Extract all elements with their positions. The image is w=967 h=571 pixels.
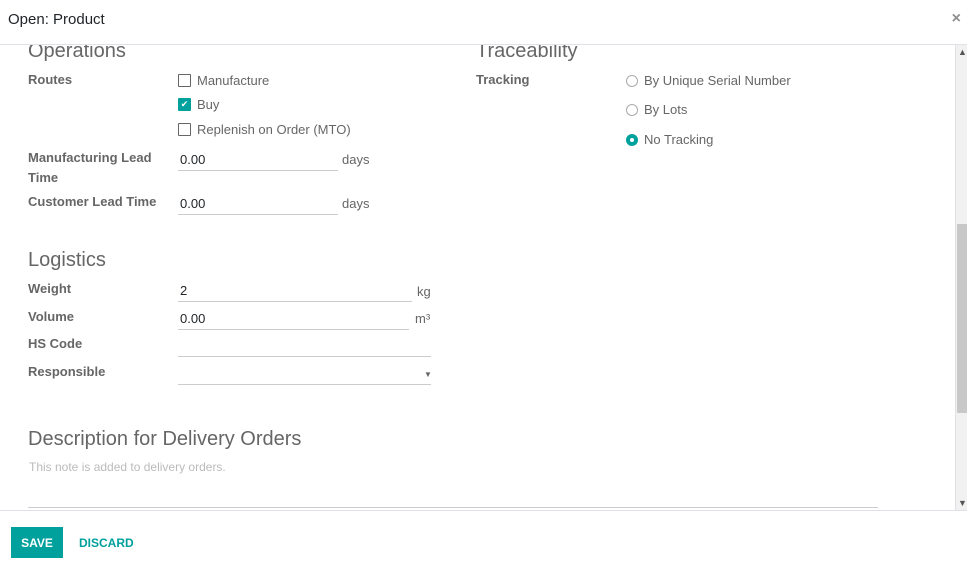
manufacturing-lead-time-input[interactable] — [178, 149, 338, 171]
tracking-serial[interactable]: By Unique Serial Number — [626, 73, 791, 88]
traceability-title: Traceability — [476, 45, 578, 62]
save-button[interactable]: SAVE — [11, 527, 63, 558]
route-label: Buy — [197, 97, 220, 112]
volume-label: Volume — [28, 309, 74, 324]
checkbox-unchecked-icon[interactable] — [178, 74, 191, 87]
manufacturing-lead-time-label: Manufacturing Lead Time — [28, 148, 152, 188]
route-manufacture[interactable]: Manufacture — [178, 73, 269, 88]
logistics-title: Logistics — [28, 249, 106, 271]
radio-unselected-icon[interactable] — [626, 103, 638, 116]
checkbox-checked-icon[interactable]: ✔ — [178, 98, 191, 111]
route-buy[interactable]: ✔ Buy — [178, 97, 219, 112]
checkbox-unchecked-icon[interactable] — [178, 123, 191, 136]
hs-code-input[interactable] — [178, 335, 431, 357]
manufacturing-lead-time-unit: days — [342, 152, 370, 167]
dialog-footer: SAVE DISCARD — [0, 510, 967, 571]
radio-unselected-icon[interactable] — [626, 74, 638, 87]
scrollbar-thumb[interactable] — [957, 224, 967, 413]
route-label: Replenish on Order (MTO) — [197, 122, 351, 137]
dialog-title: Open: Product — [8, 11, 105, 28]
operations-title: Operations — [28, 45, 126, 62]
volume-unit: m³ — [415, 311, 431, 326]
hs-code-label: HS Code — [28, 336, 83, 351]
responsible-label: Responsible — [28, 364, 106, 379]
routes-label: Routes — [28, 72, 73, 87]
scroll-down-icon[interactable]: ▼ — [958, 498, 967, 508]
responsible-select[interactable] — [178, 363, 431, 385]
tracking-lots[interactable]: By Lots — [626, 102, 687, 117]
route-label: Manufacture — [197, 73, 270, 88]
customer-lead-time-input[interactable] — [178, 193, 338, 215]
customer-lead-time-unit: days — [342, 196, 370, 211]
vertical-scrollbar[interactable]: ▲ ▼ — [955, 45, 967, 510]
tracking-option-label: By Unique Serial Number — [644, 73, 791, 88]
discard-button[interactable]: DISCARD — [71, 527, 142, 558]
dropdown-caret-icon[interactable]: ▼ — [424, 370, 432, 379]
weight-input[interactable] — [178, 280, 412, 302]
description-underline — [28, 507, 878, 508]
close-icon[interactable]: × — [952, 10, 961, 28]
label-line: Time — [28, 170, 59, 185]
volume-input[interactable] — [178, 308, 409, 330]
label-line: Manufacturing Lead — [28, 150, 152, 165]
weight-label: Weight — [28, 281, 72, 296]
dialog-header: Open: Product × — [0, 0, 967, 45]
customer-lead-time-label: Customer Lead Time — [28, 194, 157, 209]
scroll-up-icon[interactable]: ▲ — [958, 47, 967, 57]
weight-unit: kg — [417, 284, 431, 299]
description-input[interactable]: This note is added to delivery orders. — [29, 460, 226, 474]
tracking-none[interactable]: No Tracking — [626, 132, 713, 147]
tracking-label: Tracking — [476, 72, 530, 87]
tracking-option-label: No Tracking — [644, 132, 714, 147]
description-title: Description for Delivery Orders — [28, 428, 302, 450]
radio-selected-icon[interactable] — [626, 133, 638, 146]
tracking-option-label: By Lots — [644, 102, 688, 117]
route-mto[interactable]: Replenish on Order (MTO) — [178, 122, 351, 137]
dialog-body: Operations Routes Manufacture ✔ Buy Repl… — [0, 45, 955, 510]
